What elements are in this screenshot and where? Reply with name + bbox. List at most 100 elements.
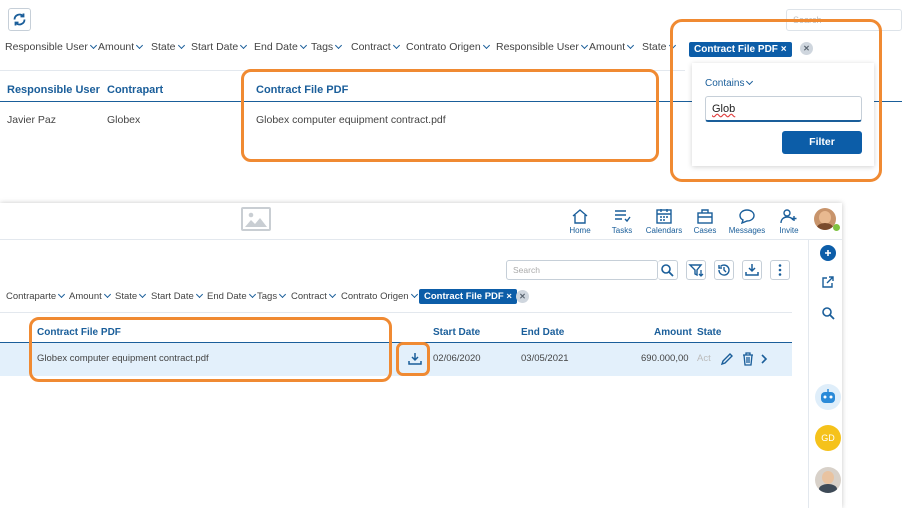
download-tray-icon (745, 264, 759, 276)
chevron-down-icon (240, 41, 248, 50)
trash-icon (743, 352, 753, 366)
avatar-initials: GD (821, 433, 835, 443)
top-filter-responsible-user-2[interactable]: Responsible User (496, 41, 588, 53)
chevron-down-icon (136, 41, 144, 50)
screenshot-root: Search Responsible User Amount State Sta… (0, 0, 902, 508)
history-icon (718, 264, 730, 276)
nav-messages[interactable]: Messages (727, 208, 767, 235)
bottom-row-amount: 690.000,00 (641, 353, 689, 364)
edit-button[interactable] (719, 351, 735, 372)
top-filter-start-date[interactable]: Start Date (191, 41, 248, 53)
open-external-button[interactable] (820, 274, 836, 295)
bottom-search-placeholder: Search (513, 265, 540, 275)
chevron-down-icon (299, 41, 307, 50)
bottom-header-divider (0, 239, 842, 240)
top-filter-contrato-origen[interactable]: Contrato Origen (406, 41, 490, 53)
more-vertical-icon (778, 264, 782, 276)
chevron-down-icon (58, 290, 66, 299)
sidebar-search-button[interactable] (820, 305, 836, 326)
top-row-contrapart: Globex (107, 114, 141, 126)
bottom-row-end: 03/05/2021 (521, 353, 569, 364)
top-filter-contract[interactable]: Contract (351, 41, 400, 53)
highlight-download-button (396, 342, 430, 376)
pencil-icon (720, 353, 733, 366)
bottom-col-amount[interactable]: Amount (654, 327, 692, 338)
bottom-filter-contraparte[interactable]: Contraparte (6, 290, 66, 302)
top-filter-state[interactable]: State (151, 41, 185, 53)
chevron-down-icon (248, 290, 256, 299)
bottom-search-input[interactable]: Search (506, 260, 658, 280)
chevron-down-icon (335, 41, 343, 50)
bottom-filter-tags[interactable]: Tags (257, 290, 287, 302)
bottom-row-start: 02/06/2020 (433, 353, 481, 364)
bottom-row-state: Act (697, 353, 711, 364)
chevron-down-icon (103, 290, 111, 299)
top-col-responsible-user[interactable]: Responsible User (7, 84, 100, 96)
invite-icon (780, 209, 797, 224)
bottom-table-top-divider (0, 312, 792, 313)
chevron-down-icon (89, 41, 97, 50)
top-filter-responsible-user[interactable]: Responsible User (5, 41, 97, 53)
nav-invite[interactable]: Invite (769, 208, 809, 235)
sidebar-divider (808, 240, 809, 508)
robot-icon (821, 389, 835, 403)
row-detail-button[interactable] (758, 351, 770, 372)
clear-filters-icon[interactable]: ✕ (516, 290, 529, 303)
home-icon (572, 209, 588, 224)
top-filter-amount-2[interactable]: Amount (589, 41, 635, 53)
contact-avatar-photo[interactable] (815, 467, 841, 493)
chat-add-icon (825, 250, 831, 256)
bottom-col-start-date[interactable]: Start Date (433, 327, 480, 338)
bot-avatar[interactable] (815, 384, 841, 410)
calendar-icon (656, 209, 672, 224)
chevron-down-icon (392, 41, 400, 50)
chevron-down-icon (627, 41, 635, 50)
search-icon (822, 307, 835, 320)
export-button[interactable] (742, 260, 762, 280)
chevron-right-icon (761, 354, 768, 364)
chip-close-icon[interactable]: × (506, 291, 512, 302)
chevron-down-icon (482, 41, 490, 50)
chevron-down-icon (279, 290, 287, 299)
bottom-filter-state[interactable]: State (115, 290, 147, 302)
history-button[interactable] (714, 260, 734, 280)
online-status-dot (833, 224, 840, 231)
top-col-contrapart[interactable]: Contrapart (107, 84, 163, 96)
bottom-col-end-date[interactable]: End Date (521, 327, 564, 338)
contact-avatar-gd[interactable]: GD (815, 425, 841, 451)
bottom-filter-amount[interactable]: Amount (69, 290, 111, 302)
external-link-icon (822, 276, 834, 288)
refresh-button[interactable] (8, 8, 31, 31)
chevron-down-icon (195, 290, 203, 299)
nav-cases[interactable]: Cases (685, 208, 725, 235)
refresh-icon (13, 13, 26, 26)
bottom-active-filter-chip[interactable]: Contract File PDF × (419, 289, 517, 304)
bottom-filter-start-date[interactable]: Start Date (151, 290, 203, 302)
bottom-col-state[interactable]: State (697, 327, 721, 338)
highlight-bottom-column (29, 317, 392, 382)
briefcase-icon (697, 209, 713, 224)
top-row-responsible: Javier Paz (7, 114, 57, 126)
filter-icon (688, 264, 704, 277)
top-filter-amount[interactable]: Amount (98, 41, 144, 53)
filter-sort-button[interactable] (686, 260, 706, 280)
chevron-down-icon (139, 290, 147, 299)
bottom-filter-contrato-origen[interactable]: Contrato Origen (341, 290, 418, 302)
nav-home[interactable]: Home (560, 208, 600, 235)
logo-placeholder-icon (241, 207, 271, 231)
chevron-down-icon (580, 41, 588, 50)
bottom-filter-end-date[interactable]: End Date (207, 290, 256, 302)
bottom-filter-contract[interactable]: Contract (291, 290, 336, 302)
highlight-filter-popup (670, 19, 882, 182)
search-button[interactable] (658, 260, 678, 280)
chevron-down-icon (328, 290, 336, 299)
top-filter-tags[interactable]: Tags (311, 41, 343, 53)
delete-button[interactable] (740, 351, 756, 372)
nav-tasks[interactable]: Tasks (602, 208, 642, 235)
nav-calendars[interactable]: Calendars (644, 208, 684, 235)
top-filter-end-date[interactable]: End Date (254, 41, 307, 53)
chat-add-button[interactable] (820, 245, 836, 261)
chevron-down-icon (177, 41, 185, 50)
tasks-icon (615, 210, 631, 223)
more-options-button[interactable] (770, 260, 790, 280)
